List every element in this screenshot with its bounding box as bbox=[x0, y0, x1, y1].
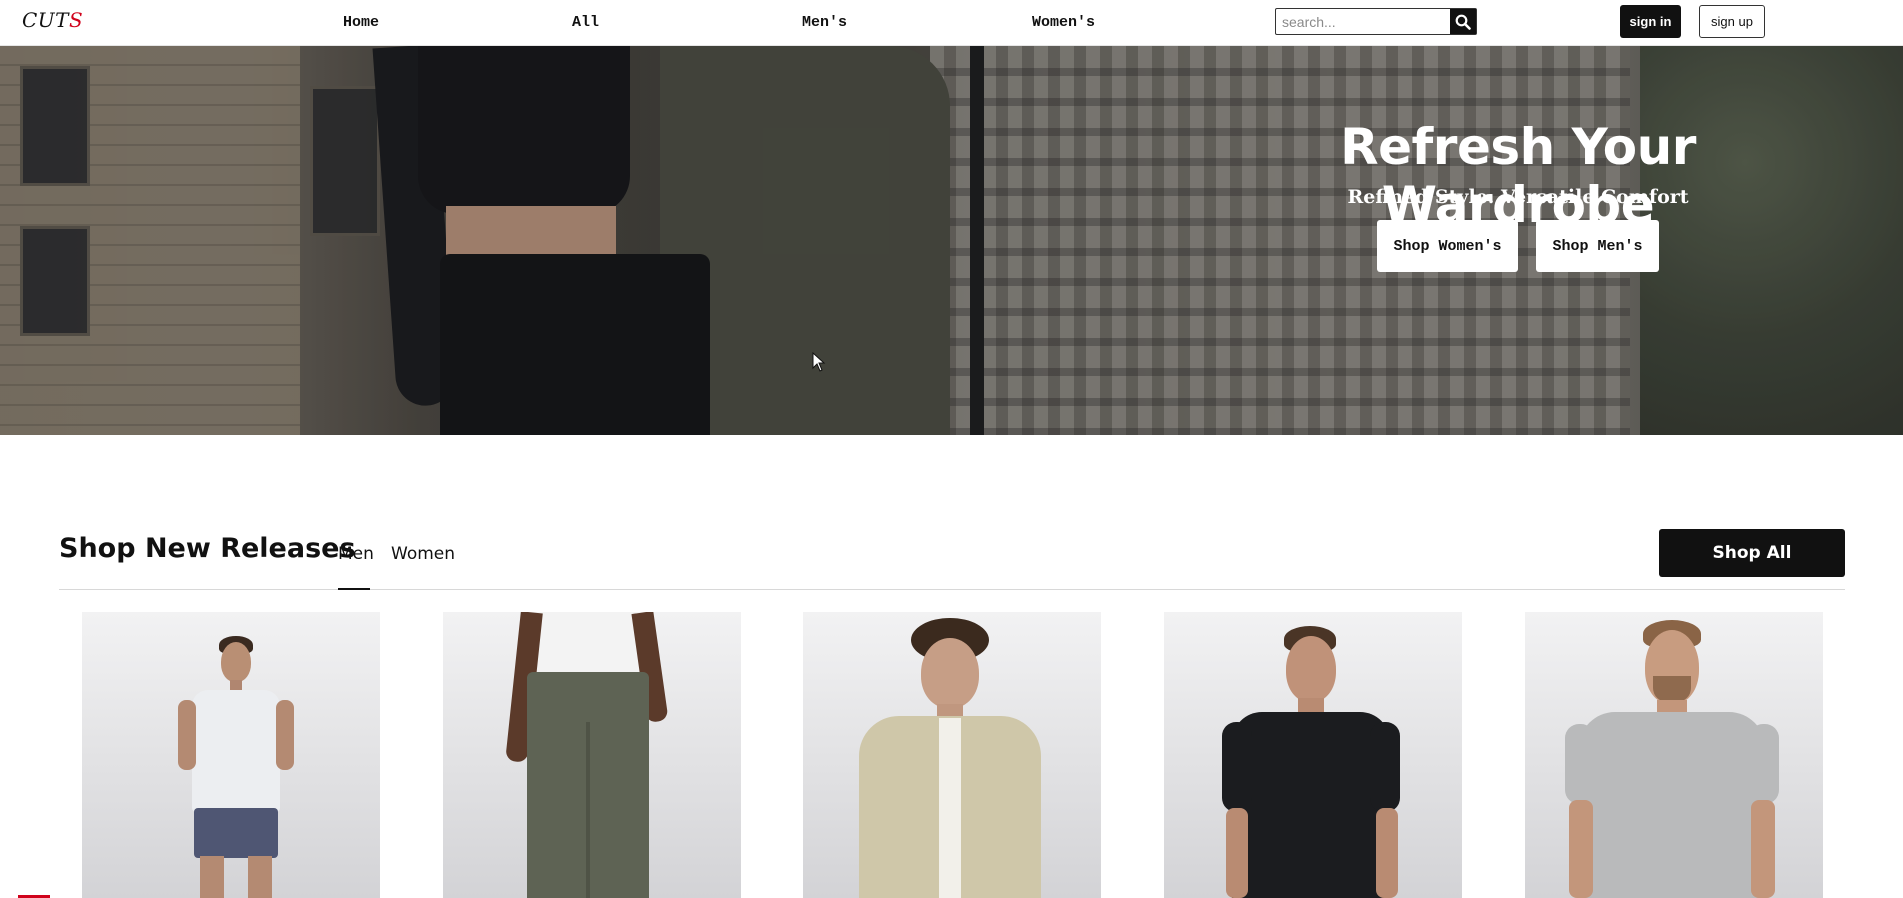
product-card[interactable] bbox=[1525, 612, 1823, 898]
hero-subtitle: Refined Style. Versatile Comfort bbox=[1347, 186, 1689, 208]
shop-mens-button[interactable]: Shop Men's bbox=[1536, 220, 1659, 272]
product-card[interactable] bbox=[82, 612, 380, 898]
product-grid bbox=[0, 612, 1903, 898]
product-card[interactable] bbox=[803, 612, 1101, 898]
section-divider bbox=[59, 589, 1845, 590]
search-input[interactable] bbox=[1276, 9, 1450, 34]
hero-title: Refresh Your Wardrobe bbox=[1340, 118, 1696, 234]
top-navbar: CUTS Home All Men's Women's sign in sign… bbox=[0, 0, 1903, 46]
active-tab-indicator bbox=[338, 588, 370, 590]
logo-main-text: CUT bbox=[22, 8, 69, 32]
sign-up-button[interactable]: sign up bbox=[1699, 5, 1765, 38]
nav-link-mens[interactable]: Men's bbox=[802, 14, 847, 31]
hero-banner: Refresh Your Wardrobe Refined Style. Ver… bbox=[0, 46, 1903, 435]
search-icon bbox=[1455, 14, 1471, 30]
nav-link-womens[interactable]: Women's bbox=[1032, 14, 1095, 31]
logo-accent-text: S bbox=[69, 8, 84, 32]
search-bar bbox=[1275, 8, 1477, 35]
mouse-cursor-icon bbox=[812, 352, 826, 372]
brand-logo[interactable]: CUTS bbox=[22, 8, 83, 32]
shop-all-button[interactable]: Shop All bbox=[1659, 529, 1845, 577]
product-card[interactable] bbox=[1164, 612, 1462, 898]
nav-link-home[interactable]: Home bbox=[343, 14, 379, 31]
section-title: Shop New Releases bbox=[59, 533, 356, 564]
search-button[interactable] bbox=[1450, 9, 1476, 34]
product-card[interactable] bbox=[443, 612, 741, 898]
tab-men[interactable]: Men bbox=[338, 544, 374, 564]
sign-in-button[interactable]: sign in bbox=[1620, 5, 1681, 38]
tab-women[interactable]: Women bbox=[391, 544, 455, 564]
nav-link-all[interactable]: All bbox=[572, 14, 599, 31]
shop-womens-button[interactable]: Shop Women's bbox=[1377, 220, 1518, 272]
